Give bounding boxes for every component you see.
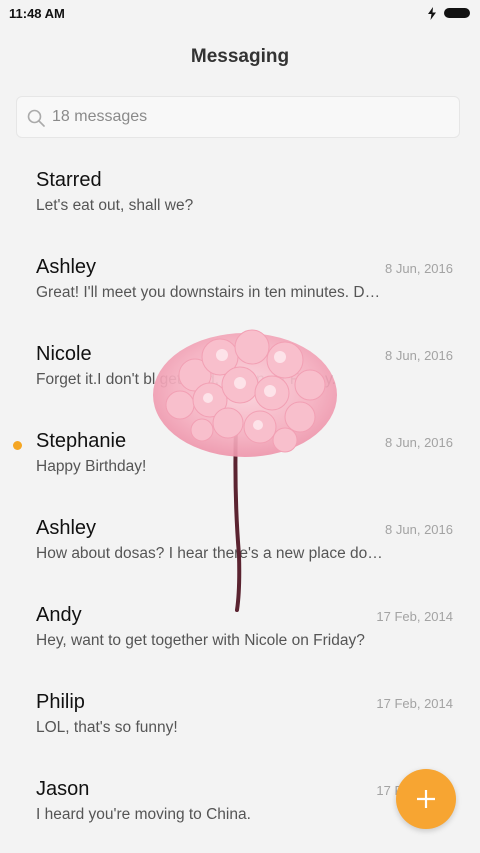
- conversation-date: 17 Feb, 2014: [376, 696, 453, 711]
- search-input[interactable]: [52, 97, 432, 137]
- page-title: Messaging: [190, 46, 290, 67]
- battery-icon: [444, 8, 470, 18]
- conversation-name: Starred: [36, 169, 102, 191]
- conversation-preview: Forget it.I don't bl get paid, until nex…: [36, 371, 336, 388]
- conversation-date: 8 Jun, 2016: [385, 261, 453, 276]
- conversation-preview: Let's eat out, shall we?: [36, 197, 194, 214]
- conversation-row[interactable]: Ashley 8 Jun, 2016 Great! I'll meet you …: [0, 237, 480, 324]
- status-bar: 11:48 AM: [0, 0, 480, 26]
- conversation-preview: LOL, that's so funny!: [36, 719, 178, 736]
- conversation-name: Jason: [36, 778, 90, 800]
- conversation-name: Ashley: [36, 517, 97, 539]
- conversation-row[interactable]: Stephanie 8 Jun, 2016 Happy Birthday!: [0, 411, 480, 498]
- conversation-list: Starred Let's eat out, shall we? Ashley …: [0, 150, 480, 846]
- conversation-row[interactable]: Nicole 8 Jun, 2016 Forget it.I don't bl …: [0, 324, 480, 411]
- plus-icon: [417, 790, 435, 808]
- search-bar[interactable]: [16, 96, 460, 138]
- conversation-preview: I heard you're moving to China.: [36, 806, 251, 823]
- unread-indicator: [13, 441, 22, 450]
- conversation-name: Ashley: [36, 256, 97, 278]
- conversation-date: 8 Jun, 2016: [385, 348, 453, 363]
- conversation-date: 17 Feb, 2014: [376, 609, 453, 624]
- conversation-row[interactable]: Ashley 8 Jun, 2016 How about dosas? I he…: [0, 498, 480, 585]
- new-message-button[interactable]: [396, 769, 456, 829]
- conversation-name: Andy: [36, 604, 82, 626]
- conversation-preview: Happy Birthday!: [36, 458, 147, 475]
- conversation-preview: Hey, want to get together with Nicole on…: [36, 632, 365, 649]
- conversation-row-starred[interactable]: Starred Let's eat out, shall we?: [0, 150, 480, 237]
- conversation-name: Stephanie: [36, 430, 127, 452]
- bolt-icon: [428, 7, 436, 20]
- conversation-preview: Great! I'll meet you downstairs in ten m…: [36, 284, 381, 301]
- conversation-row[interactable]: Philip 17 Feb, 2014 LOL, that's so funny…: [0, 672, 480, 759]
- conversation-name: Nicole: [36, 343, 92, 365]
- conversation-preview: How about dosas? I hear there's a new pl…: [36, 545, 383, 562]
- status-time: 11:48 AM: [9, 6, 65, 21]
- conversation-date: 8 Jun, 2016: [385, 435, 453, 450]
- conversation-row[interactable]: Andy 17 Feb, 2014 Hey, want to get toget…: [0, 585, 480, 672]
- search-icon: [27, 109, 45, 127]
- conversation-name: Philip: [36, 691, 85, 713]
- conversation-date: 8 Jun, 2016: [385, 522, 453, 537]
